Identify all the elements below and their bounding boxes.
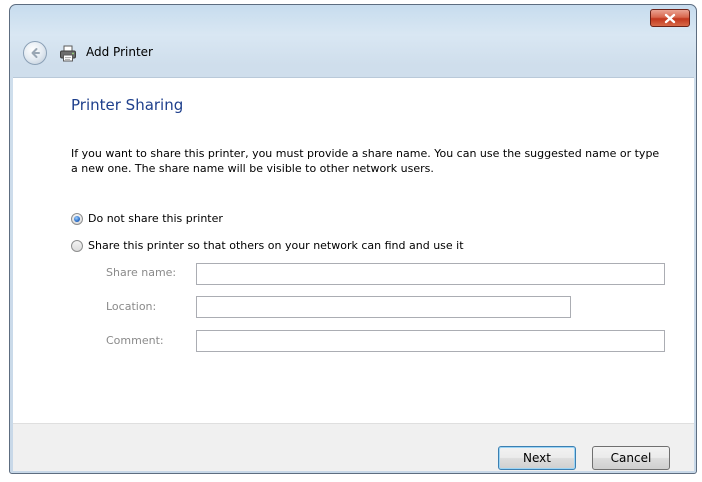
location-field[interactable] xyxy=(196,296,571,318)
share-label: Share this printer so that others on you… xyxy=(88,239,464,252)
back-button[interactable] xyxy=(23,41,47,65)
share-name-field[interactable] xyxy=(196,263,665,285)
share-option[interactable]: Share this printer so that others on you… xyxy=(71,239,464,252)
back-arrow-icon xyxy=(31,48,40,58)
page-description: If you want to share this printer, you m… xyxy=(71,147,660,175)
do-not-share-radio[interactable] xyxy=(71,212,83,225)
title-bar: Add Printer xyxy=(10,5,696,83)
button-bar: Next Cancel xyxy=(13,423,694,471)
window-title: Add Printer xyxy=(86,45,153,59)
add-printer-window: Add Printer Printer Sharing If you want … xyxy=(9,4,697,474)
close-button[interactable] xyxy=(650,9,690,27)
do-not-share-option[interactable]: Do not share this printer xyxy=(71,212,223,225)
wizard-content: Printer Sharing If you want to share thi… xyxy=(13,77,694,423)
cancel-button[interactable]: Cancel xyxy=(592,446,670,470)
comment-field[interactable] xyxy=(196,330,665,352)
comment-label: Comment: xyxy=(106,334,164,347)
share-name-label: Share name: xyxy=(106,266,177,279)
share-radio[interactable] xyxy=(71,239,83,252)
location-label: Location: xyxy=(106,300,157,313)
page-heading: Printer Sharing xyxy=(71,96,184,114)
do-not-share-label: Do not share this printer xyxy=(88,212,223,225)
printer-icon xyxy=(60,45,76,62)
close-icon xyxy=(664,13,676,23)
next-button[interactable]: Next xyxy=(498,446,576,470)
radio-selected-dot xyxy=(74,215,80,222)
